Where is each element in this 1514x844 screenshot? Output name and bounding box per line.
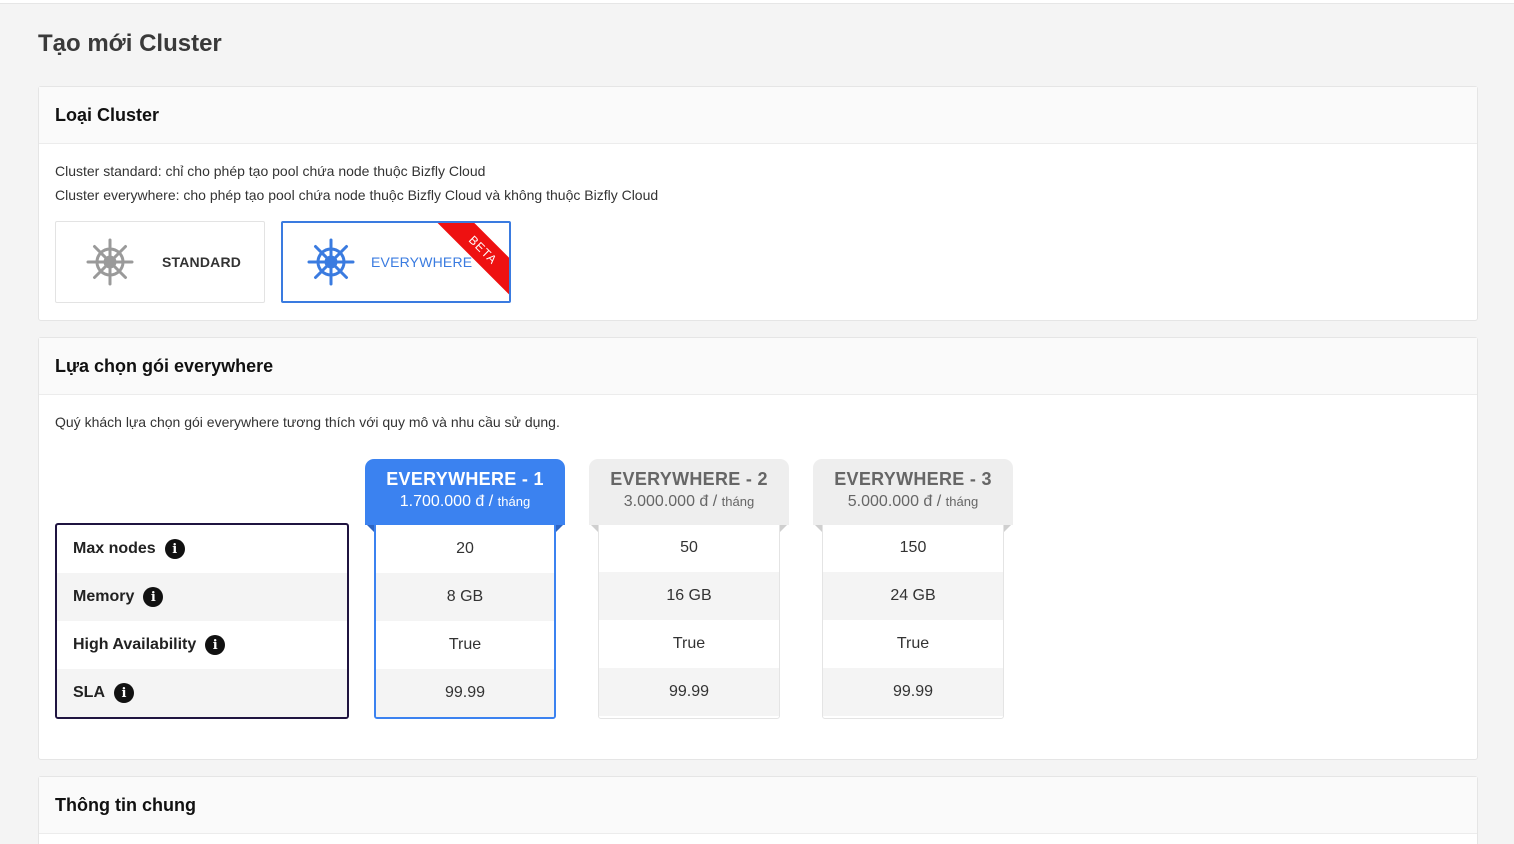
price-value: 1.700.000 đ / [399, 493, 494, 510]
plan-value-sla: 99.99 [599, 668, 779, 716]
cluster-type-card: Loại Cluster Cluster standard: chỉ cho p… [38, 86, 1478, 321]
everywhere-description: Cluster everywhere: cho phép tạo pool ch… [55, 187, 659, 203]
everywhere-label: EVERYWHERE [371, 254, 473, 270]
ship-wheel-icon [307, 238, 355, 286]
general-info-header: Thông tin chung [39, 777, 1477, 834]
spec-row-high-availability: High Availability i [57, 621, 347, 669]
plan-everywhere-2[interactable]: EVERYWHERE - 2 3.000.000 đ / tháng 50 16… [589, 459, 789, 719]
plan-value-sla: 99.99 [376, 669, 554, 717]
plan-value-memory: 24 GB [823, 572, 1003, 620]
spec-row-sla: SLA i [57, 669, 347, 717]
plan-header[interactable]: EVERYWHERE - 1 1.700.000 đ / tháng [365, 459, 565, 525]
spec-labels-table: Max nodes i Memory i High Availability i… [55, 523, 349, 719]
plan-value-sla: 99.99 [823, 668, 1003, 716]
plan-value-high-availability: True [448, 636, 482, 653]
spec-row-memory: Memory i [57, 573, 347, 621]
price-unit: tháng [945, 494, 979, 509]
info-icon[interactable]: i [205, 635, 226, 655]
page-title: Tạo mới Cluster [38, 30, 222, 57]
plan-selection-card: Lựa chọn gói everywhere Quý khách lựa ch… [38, 337, 1478, 760]
info-icon[interactable]: i [143, 587, 164, 607]
spec-label: Memory [73, 588, 135, 605]
plan-values: 50 16 GB True 99.99 [598, 523, 780, 719]
price-unit: tháng [497, 494, 531, 509]
plan-value-high-availability: True [672, 635, 706, 652]
plan-price: 1.700.000 đ / tháng [365, 493, 565, 511]
general-info-card: Thông tin chung [38, 776, 1478, 844]
price-unit: tháng [721, 494, 755, 509]
plan-values: 20 8 GB True 99.99 [374, 523, 556, 719]
spec-label: High Availability [73, 636, 197, 653]
spec-label: Max nodes [73, 540, 156, 557]
plan-selection-header: Lựa chọn gói everywhere [39, 338, 1477, 395]
standard-description: Cluster standard: chỉ cho phép tạo pool … [55, 163, 486, 179]
spec-row-max-nodes: Max nodes i [57, 525, 347, 573]
ship-wheel-icon [86, 238, 134, 286]
plan-value-high-availability: True [896, 635, 930, 652]
plan-price: 5.000.000 đ / tháng [813, 493, 1013, 511]
everywhere-option[interactable]: EVERYWHERE BETA [281, 221, 511, 303]
plan-everywhere-1[interactable]: EVERYWHERE - 1 1.700.000 đ / tháng 20 8 … [365, 459, 565, 719]
info-icon[interactable]: i [164, 539, 185, 559]
price-value: 3.000.000 đ / [623, 493, 718, 510]
plan-description: Quý khách lựa chọn gói everywhere tương … [55, 414, 560, 430]
plan-name: EVERYWHERE - 3 [834, 469, 992, 489]
standard-option[interactable]: STANDARD [55, 221, 265, 303]
price-value: 5.000.000 đ / [847, 493, 942, 510]
plan-value-max-nodes: 50 [680, 539, 698, 556]
spec-label: SLA [73, 684, 105, 701]
plan-name: EVERYWHERE - 2 [610, 469, 768, 489]
plan-value-max-nodes: 150 [899, 539, 927, 556]
info-icon[interactable]: i [114, 683, 134, 703]
plan-values: 150 24 GB True 99.99 [822, 523, 1004, 719]
plan-value-memory: 8 GB [376, 573, 554, 621]
plan-value-max-nodes: 20 [456, 540, 474, 557]
plan-name: EVERYWHERE - 1 [386, 469, 544, 489]
plan-value-memory: 16 GB [599, 572, 779, 620]
top-bar [0, 0, 1514, 4]
plan-everywhere-3[interactable]: EVERYWHERE - 3 5.000.000 đ / tháng 150 2… [813, 459, 1013, 719]
plan-price: 3.000.000 đ / tháng [589, 493, 789, 511]
plan-header[interactable]: EVERYWHERE - 3 5.000.000 đ / tháng [813, 459, 1013, 525]
cluster-type-header: Loại Cluster [39, 87, 1477, 144]
plan-header[interactable]: EVERYWHERE - 2 3.000.000 đ / tháng [589, 459, 789, 525]
standard-label: STANDARD [162, 254, 242, 270]
